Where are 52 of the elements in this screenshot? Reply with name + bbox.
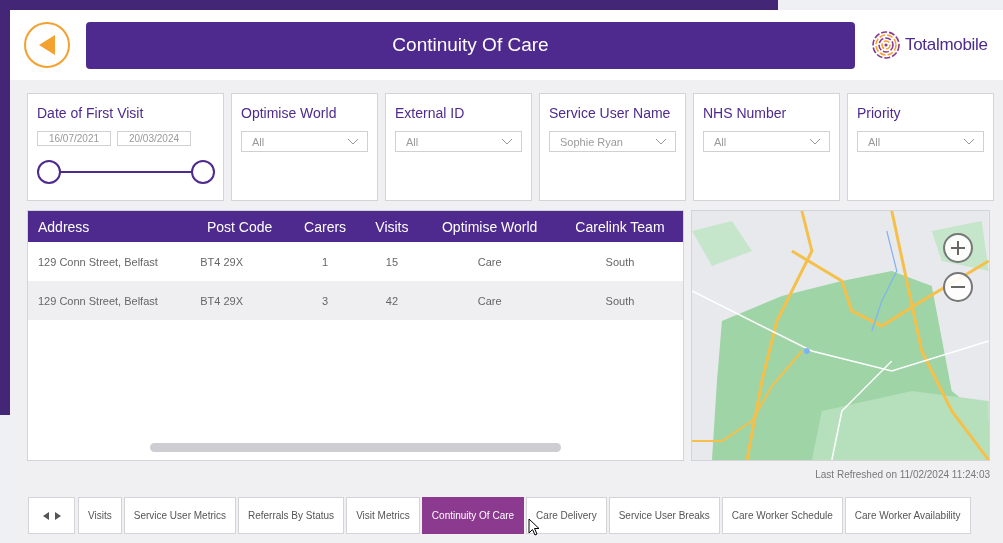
filter-label: Date of First Visit — [37, 105, 145, 121]
back-arrow-icon — [38, 34, 56, 56]
table-cell: Care — [422, 242, 557, 281]
slider-handle[interactable] — [191, 160, 215, 184]
page-tab[interactable]: Service User Breaks — [608, 497, 720, 534]
filter-label: NHS Number — [703, 105, 788, 121]
page-tab[interactable]: Care Worker Availability — [844, 497, 971, 534]
column-header: Address — [28, 211, 191, 242]
filter-label: Optimise World — [241, 105, 338, 121]
table-cell: 3 — [289, 281, 362, 320]
brand-name: Totalmobile — [905, 35, 988, 55]
column-header: Post Code — [190, 211, 290, 242]
filter-label: External ID — [395, 105, 466, 121]
table-cell: BT4 29X — [190, 242, 290, 281]
page-tab[interactable]: Service User Metrics — [123, 497, 236, 534]
column-header: Optimise World — [422, 211, 557, 242]
last-refreshed-text: Last Refreshed on 11/02/2024 11:24:03 — [815, 469, 990, 480]
minus-icon — [950, 285, 966, 289]
column-header: Carelink Team — [556, 211, 684, 242]
table-cell: BT4 29X — [190, 281, 290, 320]
page-title: Continuity Of Care — [86, 21, 855, 69]
scroll-tabs-button[interactable] — [28, 497, 75, 534]
page-tab[interactable]: Visits — [78, 497, 122, 534]
chevron-down-icon — [809, 138, 821, 145]
logo-icon — [871, 30, 901, 60]
left-arrow-icon — [42, 511, 49, 520]
table-cell: South — [556, 281, 684, 320]
slider-handle[interactable] — [37, 160, 61, 184]
column-header: Visits — [361, 211, 423, 242]
page-tab[interactable]: Care Delivery — [526, 497, 607, 534]
right-arrow-icon — [54, 511, 61, 520]
chevron-down-icon — [501, 138, 513, 145]
table-cell: 129 Conn Street, Belfast — [28, 242, 191, 281]
chevron-down-icon — [347, 138, 359, 145]
page-tab[interactable]: Referrals By Status — [237, 497, 345, 534]
table-cell: 42 — [361, 281, 423, 320]
table-cell: 1 — [289, 242, 362, 281]
filter-label: Priority — [857, 105, 902, 121]
plus-icon — [950, 240, 966, 256]
chevron-down-icon — [963, 138, 975, 145]
scrollbar[interactable] — [150, 443, 561, 452]
column-header: Carers — [289, 211, 362, 242]
table-cell: 15 — [361, 242, 423, 281]
cursor-icon — [528, 518, 540, 536]
chevron-down-icon — [655, 138, 667, 145]
page-tab[interactable]: Visit Metrics — [346, 497, 420, 534]
filter-label: Service User Name — [549, 105, 672, 121]
table-cell: 129 Conn Street, Belfast — [28, 281, 191, 320]
page-tab[interactable]: Care Worker Schedule — [721, 497, 843, 534]
table-cell: Care — [422, 281, 557, 320]
page-tab[interactable]: Continuity Of Care — [421, 497, 525, 534]
table-cell: South — [556, 242, 684, 281]
